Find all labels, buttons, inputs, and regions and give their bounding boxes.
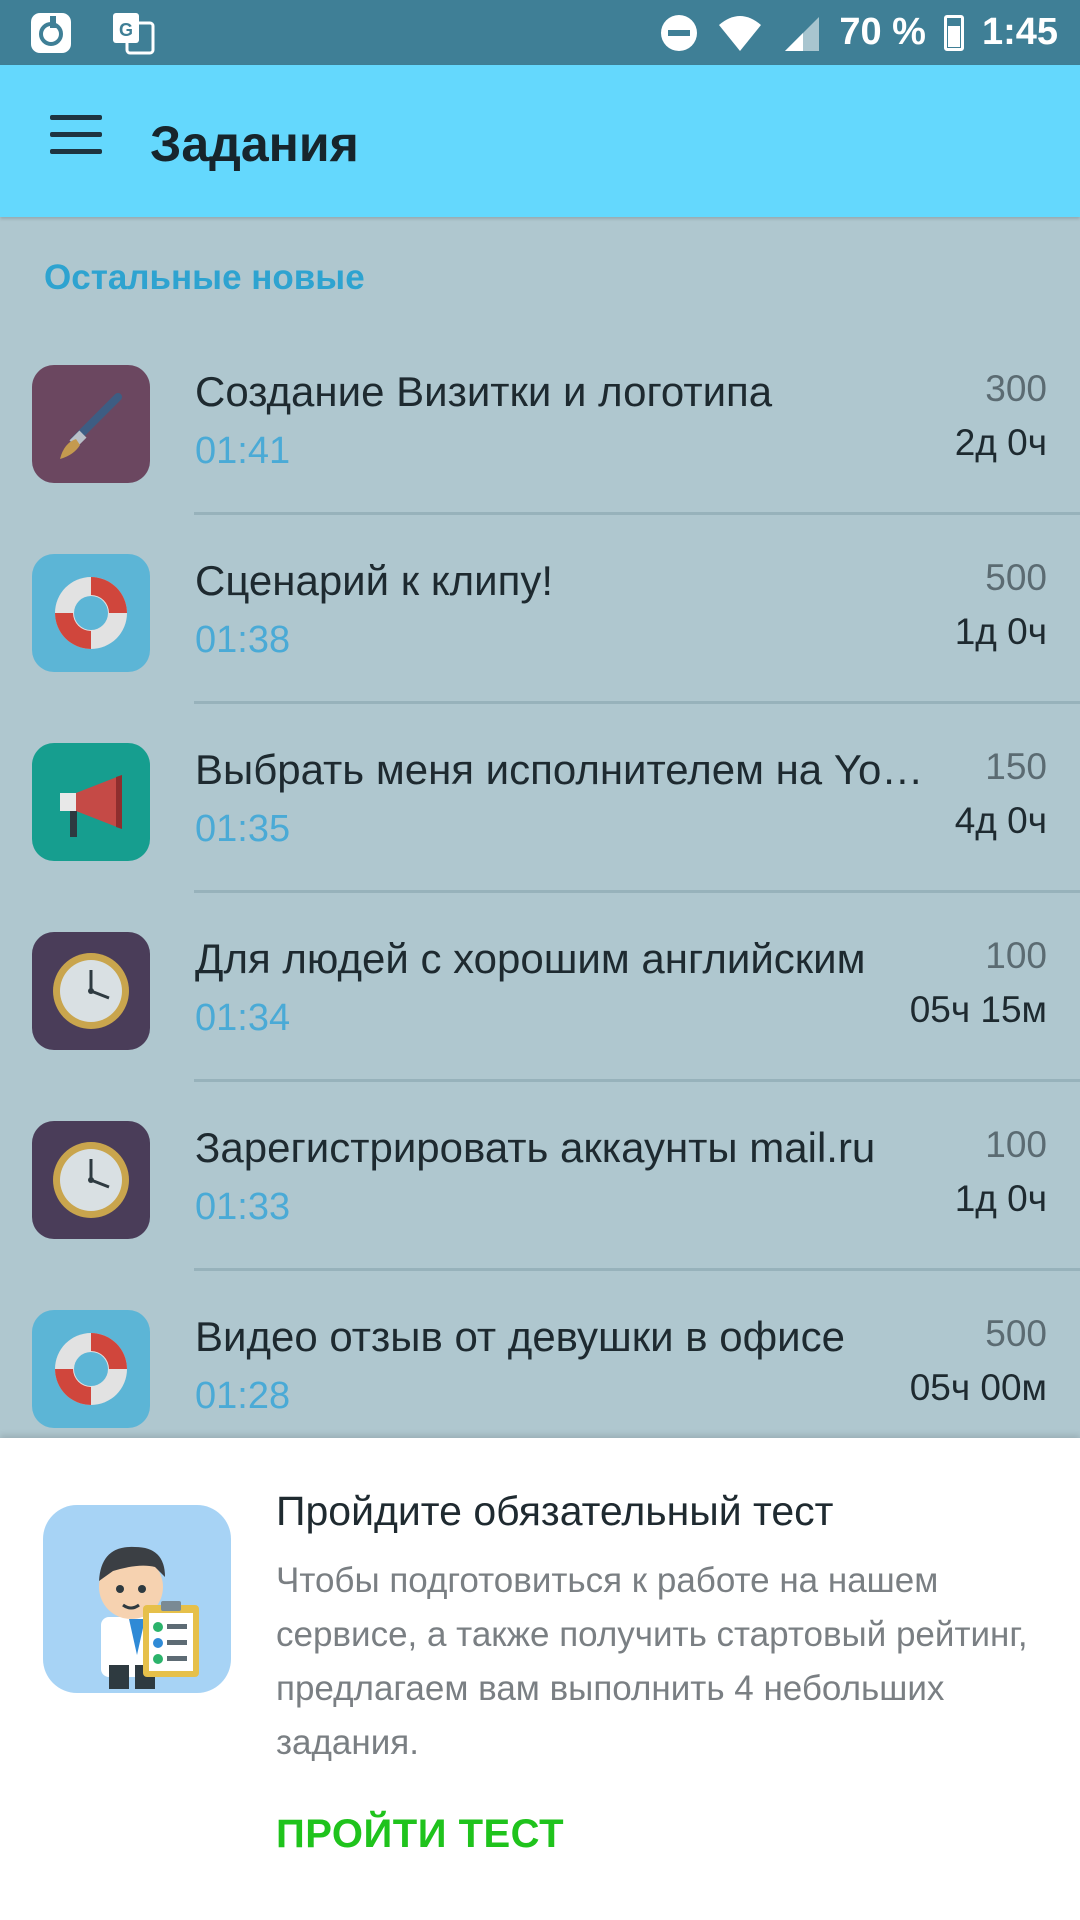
task-time: 01:41 [195, 430, 291, 472]
signal-icon [785, 16, 820, 51]
brush-icon [32, 365, 150, 483]
translate-icon: G [113, 13, 155, 55]
task-deadline: 05ч 00м [909, 1367, 1047, 1408]
lifebuoy-icon [32, 1310, 150, 1428]
task-title: Создание Визитки и логотипа [195, 368, 773, 415]
task-deadline: 2д 0ч [954, 422, 1047, 463]
task-list: Создание Визитки и логотипа 01:41 300 2д… [0, 326, 1080, 1460]
take-test-button[interactable]: ПРОЙТИ ТЕСТ [276, 1812, 564, 1857]
hamburger-menu-icon[interactable] [40, 115, 110, 165]
sheet-title: Пройдите обязательный тест [276, 1488, 834, 1534]
notification-app-icon [31, 13, 71, 53]
task-time: 01:38 [195, 619, 291, 661]
task-title: Видео отзыв от девушки в офисе [195, 1313, 845, 1360]
task-title: Зарегистрировать аккаунты mail.ru [195, 1124, 876, 1171]
task-title: Выбрать меня исполнителем на Yo… [195, 746, 924, 793]
task-deadline: 4д 0ч [954, 800, 1047, 841]
task-time: 01:28 [195, 1375, 291, 1417]
task-row[interactable]: Для людей с хорошим английским 01:34 100… [0, 893, 1080, 1082]
battery-percent: 70 % [839, 11, 926, 53]
status-bar: G 70 % 1:45 [0, 0, 1080, 65]
section-title: Остальные новые [44, 258, 365, 297]
task-time: 01:33 [195, 1186, 291, 1228]
task-time: 01:34 [195, 997, 291, 1039]
businessman-checklist-illustration [43, 1505, 231, 1693]
battery-icon [943, 14, 964, 51]
task-deadline: 05ч 15м [909, 989, 1047, 1030]
task-row[interactable]: Видео отзыв от девушки в офисе 01:28 500… [0, 1271, 1080, 1460]
app-bar: Задания [0, 65, 1080, 217]
megaphone-icon [32, 743, 150, 861]
task-row[interactable]: Зарегистрировать аккаунты mail.ru 01:33 … [0, 1082, 1080, 1271]
task-row[interactable]: Выбрать меня исполнителем на Yo… 01:35 1… [0, 704, 1080, 893]
task-price: 150 [985, 746, 1047, 787]
task-price: 100 [985, 935, 1047, 976]
wifi-icon [719, 15, 762, 51]
task-title: Сценарий к клипу! [195, 557, 554, 604]
task-price: 100 [985, 1124, 1047, 1165]
test-prompt-sheet: Пройдите обязательный тест Чтобы подгото… [0, 1438, 1080, 1920]
task-price: 500 [985, 1313, 1047, 1354]
clock-icon [32, 1121, 150, 1239]
task-row[interactable]: Создание Визитки и логотипа 01:41 300 2д… [0, 326, 1080, 515]
task-title: Для людей с хорошим английским [195, 935, 866, 982]
do-not-disturb-icon [661, 14, 698, 51]
svg-text:G: G [119, 20, 133, 40]
task-price: 500 [985, 557, 1047, 598]
task-price: 300 [985, 368, 1047, 409]
task-row[interactable]: Сценарий к клипу! 01:38 500 1д 0ч [0, 515, 1080, 704]
task-time: 01:35 [195, 808, 291, 850]
task-deadline: 1д 0ч [954, 611, 1047, 652]
page-title: Задания [150, 116, 359, 172]
clock-icon [32, 932, 150, 1050]
lifebuoy-icon [32, 554, 150, 672]
clock: 1:45 [981, 11, 1058, 53]
task-deadline: 1д 0ч [954, 1178, 1047, 1219]
sheet-description: Чтобы подготовиться к работе на нашем се… [276, 1561, 1028, 1762]
